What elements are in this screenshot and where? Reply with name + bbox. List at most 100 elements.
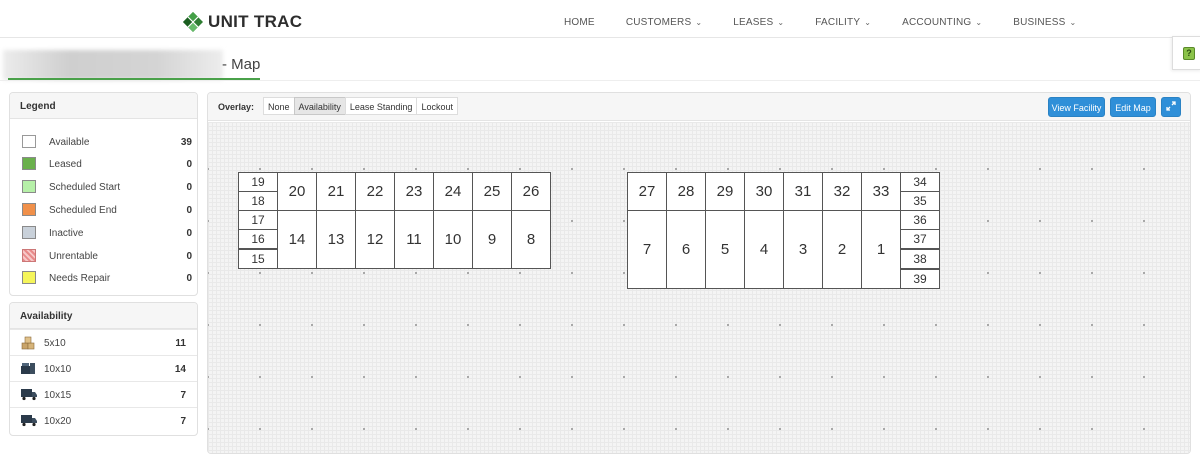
storage-unit[interactable]: 27 bbox=[627, 172, 667, 211]
storage-unit[interactable]: 5 bbox=[705, 210, 745, 289]
storage-unit[interactable]: 3 bbox=[783, 210, 823, 289]
storage-unit[interactable]: 20 bbox=[277, 172, 317, 211]
storage-unit[interactable]: 7 bbox=[627, 210, 667, 289]
storage-unit[interactable]: 9 bbox=[472, 210, 512, 269]
nav-customers[interactable]: CUSTOMERS ⌄ bbox=[626, 17, 702, 28]
storage-unit[interactable]: 10 bbox=[433, 210, 473, 269]
storage-unit[interactable]: 1 bbox=[861, 210, 901, 289]
storage-unit[interactable]: 18 bbox=[238, 191, 278, 211]
storage-unit[interactable]: 2 bbox=[822, 210, 862, 289]
legend-swatch bbox=[22, 203, 36, 216]
view-facility-button[interactable]: View Facility bbox=[1048, 97, 1105, 117]
availability-count: 7 bbox=[180, 390, 186, 401]
truck-icon bbox=[20, 413, 37, 427]
overlay-none-button[interactable]: None bbox=[263, 97, 295, 115]
storage-unit[interactable]: 31 bbox=[783, 172, 823, 211]
availability-panel: Availability 5x10 11 10x10 14 10x15 7 10x20 7 bbox=[9, 302, 198, 436]
availability-item[interactable]: 10x20 7 bbox=[10, 407, 197, 433]
storage-unit[interactable]: 23 bbox=[394, 172, 434, 211]
overlay-availability-button[interactable]: Availability bbox=[293, 97, 346, 115]
availability-item[interactable]: 5x10 11 bbox=[10, 329, 197, 355]
nav-home-label: HOME bbox=[564, 17, 595, 28]
storage-unit[interactable]: 24 bbox=[433, 172, 473, 211]
storage-unit[interactable]: 11 bbox=[394, 210, 434, 269]
storage-unit[interactable]: 21 bbox=[316, 172, 356, 211]
legend-count: 0 bbox=[186, 182, 192, 193]
storage-unit[interactable]: 29 bbox=[705, 172, 745, 211]
chevron-down-icon: ⌄ bbox=[975, 18, 983, 27]
legend-item: Leased 0 bbox=[22, 157, 192, 171]
storage-unit[interactable]: 37 bbox=[900, 229, 940, 249]
storage-unit[interactable]: 35 bbox=[900, 191, 940, 211]
storage-unit[interactable]: 30 bbox=[744, 172, 784, 211]
legend-count: 39 bbox=[180, 137, 192, 148]
help-button[interactable]: ? bbox=[1172, 36, 1200, 70]
legend-item: Scheduled End 0 bbox=[22, 203, 192, 217]
nav-accounting-label: ACCOUNTING bbox=[902, 17, 972, 28]
availability-size-label: 10x20 bbox=[44, 416, 72, 427]
storage-unit[interactable]: 26 bbox=[511, 172, 551, 211]
storage-unit[interactable]: 17 bbox=[238, 210, 278, 230]
legend-swatch bbox=[22, 180, 36, 193]
storage-unit[interactable]: 36 bbox=[900, 210, 940, 230]
expand-button[interactable] bbox=[1161, 97, 1181, 117]
nav-leases-label: LEASES bbox=[733, 17, 774, 28]
storage-unit[interactable]: 25 bbox=[472, 172, 512, 211]
storage-unit[interactable]: 12 bbox=[355, 210, 395, 269]
availability-size-label: 5x10 bbox=[44, 338, 66, 349]
storage-unit[interactable]: 8 bbox=[511, 210, 551, 269]
overlay-lease-standing-button[interactable]: Lease Standing bbox=[344, 97, 418, 115]
brand-logo-icon bbox=[183, 12, 203, 32]
chevron-down-icon: ⌄ bbox=[695, 18, 703, 27]
storage-unit[interactable]: 34 bbox=[900, 172, 940, 192]
availability-item[interactable]: 10x15 7 bbox=[10, 381, 197, 407]
facility-name-redacted bbox=[3, 50, 223, 80]
legend-swatch bbox=[22, 249, 36, 262]
nav-facility[interactable]: FACILITY ⌄ bbox=[815, 17, 871, 28]
availability-count: 11 bbox=[175, 338, 186, 349]
divider bbox=[0, 80, 1200, 81]
storage-unit[interactable]: 39 bbox=[900, 269, 940, 289]
storage-unit[interactable]: 4 bbox=[744, 210, 784, 289]
storage-unit[interactable]: 32 bbox=[822, 172, 862, 211]
main-menu: HOME CUSTOMERS ⌄ LEASES ⌄ FACILITY ⌄ ACCOUN… bbox=[564, 17, 1107, 28]
legend-count: 0 bbox=[186, 251, 192, 262]
storage-unit[interactable]: 38 bbox=[900, 249, 940, 269]
nav-business-label: BUSINESS bbox=[1013, 17, 1066, 28]
legend-label: Inactive bbox=[49, 228, 84, 239]
brand[interactable]: UNIT TRAC bbox=[182, 11, 302, 33]
furniture-icon bbox=[20, 361, 36, 375]
storage-unit[interactable]: 15 bbox=[238, 249, 278, 269]
nav-customers-label: CUSTOMERS bbox=[625, 17, 692, 28]
legend-label: Available bbox=[49, 137, 90, 148]
storage-unit[interactable]: 16 bbox=[238, 229, 278, 249]
overlay-lockout-button[interactable]: Lockout bbox=[416, 97, 458, 115]
storage-unit[interactable]: 28 bbox=[666, 172, 706, 211]
availability-item[interactable]: 10x10 14 bbox=[10, 355, 197, 381]
boxes-icon bbox=[20, 335, 36, 350]
legend-count: 0 bbox=[186, 205, 192, 216]
nav-accounting[interactable]: ACCOUNTING ⌄ bbox=[902, 17, 982, 28]
storage-unit[interactable]: 14 bbox=[277, 210, 317, 269]
edit-map-button[interactable]: Edit Map bbox=[1110, 97, 1156, 117]
chevron-down-icon: ⌄ bbox=[864, 18, 872, 27]
legend-count: 0 bbox=[186, 273, 192, 284]
nav-business[interactable]: BUSINESS ⌄ bbox=[1013, 17, 1076, 28]
nav-home[interactable]: HOME bbox=[564, 17, 595, 28]
expand-icon bbox=[1166, 101, 1176, 111]
legend-label: Needs Repair bbox=[49, 273, 111, 284]
storage-unit[interactable]: 33 bbox=[861, 172, 901, 211]
nav-leases[interactable]: LEASES ⌄ bbox=[733, 17, 784, 28]
storage-unit[interactable]: 6 bbox=[666, 210, 706, 289]
facility-map-canvas[interactable]: 19 18 17 16 15 20 21 22 23 24 25 26 14 13 12 11 10 9 8 27 28… bbox=[208, 122, 1190, 453]
legend-label: Unrentable bbox=[49, 251, 98, 262]
availability-size-label: 10x15 bbox=[44, 390, 72, 401]
storage-unit[interactable]: 13 bbox=[316, 210, 356, 269]
legend-swatch bbox=[22, 271, 36, 284]
legend-swatch bbox=[22, 135, 36, 148]
legend-item: Inactive 0 bbox=[22, 226, 192, 240]
storage-unit[interactable]: 19 bbox=[238, 172, 278, 192]
legend-label: Scheduled End bbox=[49, 205, 117, 216]
storage-unit[interactable]: 22 bbox=[355, 172, 395, 211]
brand-name: UNIT TRAC bbox=[208, 12, 303, 31]
